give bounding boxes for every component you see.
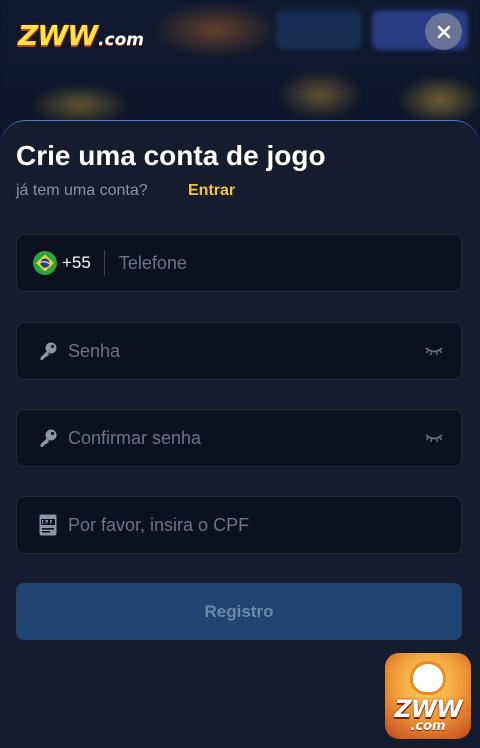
background-button-blurred [276,10,362,50]
has-account-text: já tem uma conta? [16,182,148,199]
close-button[interactable] [425,13,462,50]
cpf-input[interactable] [68,497,461,553]
eye-closed-icon[interactable] [423,431,445,445]
brazil-flag-icon[interactable] [33,251,57,275]
floating-app-suffix: .com [410,719,446,734]
logo-suffix-text: .com [98,30,145,50]
password-field [16,322,462,380]
brand-logo: ZWW .com [18,16,144,52]
field-divider [103,250,105,276]
country-code[interactable]: +55 [62,253,91,273]
confirm-password-input[interactable] [68,410,423,466]
cpf-field [16,496,462,554]
close-icon [437,25,450,38]
page-title: Crie uma conta de jogo [16,140,326,171]
register-button[interactable]: Registro [16,583,462,640]
cpf-card-icon [37,514,59,536]
phone-field: +55 [16,234,462,292]
floating-app-icon[interactable]: ZWW .com [385,653,471,739]
login-link[interactable]: Entrar [188,182,235,200]
phone-input[interactable] [118,235,461,291]
tiger-mascot-icon [410,661,446,695]
logo-main-text: ZWW [18,19,98,52]
eye-closed-icon[interactable] [423,344,445,358]
key-icon [37,427,59,449]
password-input[interactable] [68,323,423,379]
key-icon [37,340,59,362]
confirm-password-field [16,409,462,467]
